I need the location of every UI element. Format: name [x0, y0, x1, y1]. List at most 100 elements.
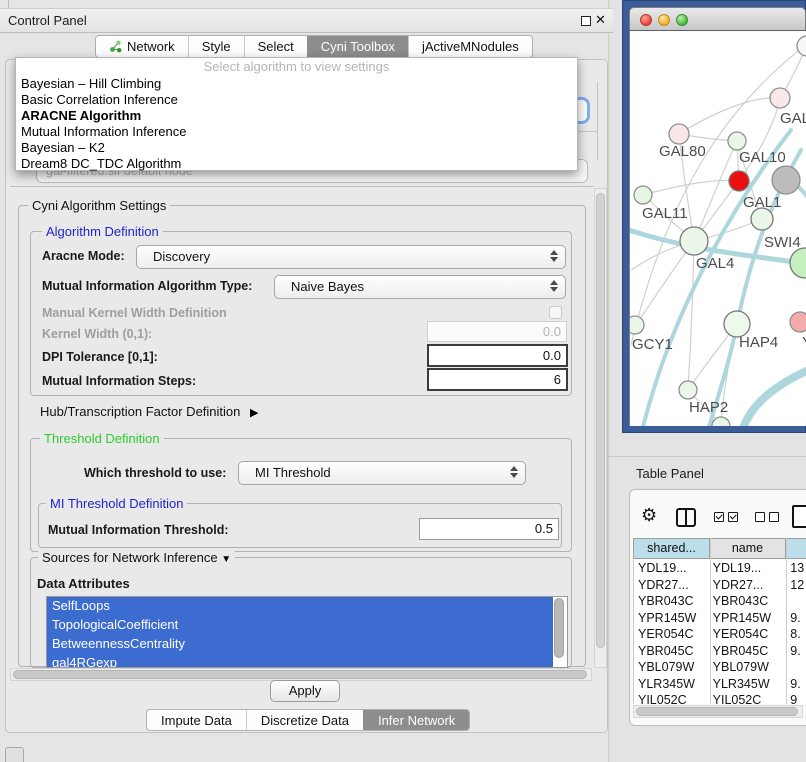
tab-cyni-toolbox-label: Cyni Toolbox	[321, 39, 395, 54]
table-row[interactable]: YLR345W YLR345W 9.	[634, 676, 806, 693]
list-item-selected[interactable]: SelfLoops	[47, 597, 553, 616]
algorithm-option[interactable]: Mutual Information Inference	[16, 124, 577, 140]
mi-type-combo[interactable]: Naive Bayes	[274, 275, 566, 299]
column-header-name[interactable]: name	[710, 538, 786, 559]
column-header-shared-label: shared...	[647, 541, 696, 555]
sources-group-title[interactable]: Sources for Network Inference ▼	[38, 550, 235, 565]
cell-value	[786, 593, 806, 610]
zoom-window-button[interactable]	[676, 14, 688, 26]
close-window-button[interactable]	[640, 14, 652, 26]
select-all-checkboxes[interactable]	[714, 512, 738, 522]
table-row[interactable]: YIL052C YIL052C 9	[634, 692, 806, 704]
tab-infer-network[interactable]: Infer Network	[363, 710, 469, 730]
manual-kernel-checkbox[interactable]	[549, 306, 562, 319]
algorithm-option[interactable]: Dream8 DC_TDC Algorithm	[16, 156, 577, 172]
control-panel-tabbar: Network Style Select Cyni Toolbox jActiv…	[95, 35, 533, 58]
table-row[interactable]: YBR043C YBR043C	[634, 593, 806, 610]
document-icon[interactable]	[792, 505, 806, 528]
tab-select[interactable]: Select	[244, 36, 307, 57]
unchecked-checkbox-icon	[755, 512, 765, 522]
cell-shared-name: YBR043C	[634, 593, 711, 610]
gear-icon[interactable]: ⚙	[641, 505, 657, 526]
table-row[interactable]: YBR045C YBR045C 9.	[634, 643, 806, 660]
node-table[interactable]: YDL19... YDL19... 13 YDR27... YDR27... 1…	[633, 560, 806, 704]
minimize-window-button[interactable]	[658, 14, 670, 26]
network-canvas[interactable]: GAL GAL80 GAL10 GAL1 GAL11 GAL4 SWI4 GCY…	[629, 31, 806, 426]
tab-discretize-data[interactable]: Discretize Data	[246, 710, 363, 730]
network-icon	[109, 40, 122, 53]
tab-discretize-label: Discretize Data	[261, 713, 349, 728]
table-row[interactable]: YBL079W YBL079W	[634, 659, 806, 676]
algorithm-option[interactable]: Bayesian – K2	[16, 140, 577, 156]
collapse-down-icon[interactable]: ▼	[221, 554, 231, 565]
deselect-all-checkboxes[interactable]	[755, 512, 779, 522]
node-label-hap4: HAP4	[739, 334, 778, 351]
table-row[interactable]: YDR27... YDR27... 12	[634, 577, 806, 594]
float-panel-icon[interactable]	[581, 16, 591, 26]
tab-jactivemnodules[interactable]: jActiveMNodules	[408, 36, 532, 57]
tab-cyni-toolbox[interactable]: Cyni Toolbox	[307, 36, 408, 57]
node-label-hap2: HAP2	[689, 399, 728, 416]
hub-definition-toggle[interactable]: Hub/Transcription Factor Definition ▶	[40, 404, 258, 419]
cell-name: YLR345W	[711, 676, 787, 693]
list-item-selected[interactable]: TopologicalCoefficient	[47, 616, 553, 635]
data-attributes-label: Data Attributes	[37, 576, 130, 591]
table-row[interactable]: YER054C YER054C 8.	[634, 626, 806, 643]
cyni-settings-title: Cyni Algorithm Settings	[28, 198, 170, 213]
aracne-mode-combo[interactable]: Discovery	[136, 245, 566, 269]
cell-name: YDR27...	[711, 577, 787, 594]
vertical-scrollbar[interactable]	[594, 188, 607, 668]
data-attributes-list[interactable]: SelfLoops TopologicalCoefficient Between…	[46, 596, 568, 668]
hidden-groupbox-edge2	[578, 131, 597, 132]
table-row[interactable]: YPR145W YPR145W 9.	[634, 610, 806, 627]
node-label-gal10: GAL10	[739, 149, 786, 166]
node-label-gcy1: GCY1	[632, 336, 673, 353]
control-panel-titlebar: Control Panel ✕	[0, 8, 613, 33]
cell-shared-name: YER054C	[634, 626, 711, 643]
scrollbar-thumb[interactable]	[13, 670, 587, 679]
docked-panel-icon[interactable]	[5, 747, 24, 762]
which-threshold-combo[interactable]: MI Threshold	[238, 461, 526, 485]
table-panel-divider	[608, 456, 806, 457]
cell-name: YER054C	[711, 626, 787, 643]
stepper-arrows-icon	[550, 280, 558, 292]
hidden-groupbox-edge	[597, 82, 598, 160]
cell-name: YBL079W	[711, 659, 787, 676]
scrollbar-thumb[interactable]	[596, 193, 605, 648]
apply-button[interactable]: Apply	[270, 680, 340, 702]
table-horizontal-scrollbar[interactable]	[633, 705, 803, 718]
network-window-titlebar[interactable]	[629, 7, 806, 31]
algorithm-dropdown-popup: Select algorithm to view settings Bayesi…	[15, 57, 578, 171]
mi-threshold-field[interactable]: 0.5	[419, 518, 559, 540]
tab-network[interactable]: Network	[96, 36, 188, 57]
tab-style[interactable]: Style	[188, 36, 244, 57]
dpi-tolerance-field[interactable]: 0.0	[427, 344, 568, 367]
tab-impute-data[interactable]: Impute Data	[147, 710, 246, 730]
sources-title-label: Sources for Network Inference	[42, 550, 218, 565]
cell-name: YBR045C	[711, 643, 787, 660]
list-item-selected[interactable]: BetweennessCentrality	[47, 635, 553, 654]
column-header-partial[interactable]	[786, 538, 806, 559]
expand-right-icon[interactable]: ▶	[250, 407, 258, 419]
apply-button-label: Apply	[289, 683, 322, 698]
unchecked-checkbox-icon	[769, 512, 779, 522]
node-label-y-partial: Y	[802, 334, 806, 351]
cell-value: 9	[786, 692, 806, 704]
list-item-selected[interactable]: gal4RGexp	[47, 654, 553, 668]
cell-value: 9.	[786, 610, 806, 627]
algorithm-option-selected[interactable]: ARACNE Algorithm	[16, 108, 577, 124]
scrollbar-thumb[interactable]	[636, 707, 798, 716]
tab-network-label: Network	[127, 39, 175, 54]
kernel-width-label: Kernel Width (0,1):	[42, 327, 152, 341]
mi-steps-field[interactable]: 6	[427, 368, 568, 391]
algorithm-option[interactable]: Bayesian – Hill Climbing	[16, 76, 577, 92]
hub-definition-label: Hub/Transcription Factor Definition	[40, 404, 240, 419]
close-icon[interactable]: ✕	[595, 12, 606, 28]
table-row[interactable]: YDL19... YDL19... 13	[634, 560, 806, 577]
list-scrollbar[interactable]	[554, 598, 564, 658]
cell-value: 13	[786, 560, 806, 577]
cell-value: 12	[786, 577, 806, 594]
algorithm-option[interactable]: Basic Correlation Inference	[16, 92, 577, 108]
column-layout-icon[interactable]	[676, 508, 696, 527]
column-header-shared[interactable]: shared...	[633, 538, 710, 559]
